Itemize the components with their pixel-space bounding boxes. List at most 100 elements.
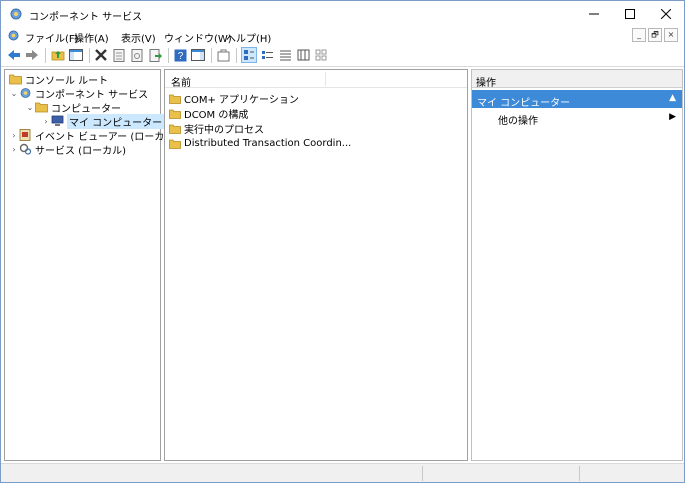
list-view-button[interactable] xyxy=(277,47,293,63)
status-divider xyxy=(579,466,580,481)
action-section-label: マイ コンピューター xyxy=(477,98,571,109)
status-divider xyxy=(422,466,423,481)
action-pane-button[interactable] xyxy=(190,47,206,63)
close-button[interactable] xyxy=(648,1,684,27)
delete-button[interactable] xyxy=(93,47,109,63)
menu-help[interactable]: ヘルプ(H) xyxy=(226,30,271,45)
export-button[interactable] xyxy=(147,47,163,63)
toolbar-separator xyxy=(211,48,212,63)
svg-text:?: ? xyxy=(177,51,183,62)
toolbar: ? xyxy=(1,45,684,67)
large-icons-icon xyxy=(244,50,254,60)
small-icons-icon xyxy=(261,51,273,59)
list-view-icon xyxy=(279,50,291,61)
component-services-icon xyxy=(10,8,22,20)
tree-item-label: サービス (ローカル) xyxy=(35,145,126,157)
close-icon xyxy=(661,9,671,19)
chevron-down-icon[interactable]: ⌄ xyxy=(9,89,19,98)
show-hide-tree-button[interactable] xyxy=(68,47,84,63)
tree-item-my-computer[interactable]: › マイ コンピューター xyxy=(41,113,165,129)
mdi-controls: _ 🗗 × xyxy=(632,28,678,44)
list-header: 名前 xyxy=(165,70,467,89)
show-hide-tree-icon xyxy=(69,49,83,61)
menu-window[interactable]: ウィンドウ(W) xyxy=(164,30,232,45)
console-tree[interactable]: コンソール ルート ⌄ コンポーネント サービス ⌄ コンピューター › マイ … xyxy=(4,69,178,461)
title-bar[interactable]: コンポーネント サービス xyxy=(1,1,684,27)
component-services-icon xyxy=(20,88,31,98)
chevron-down-icon[interactable]: ⌄ xyxy=(25,103,35,112)
new-window-button[interactable] xyxy=(215,47,231,63)
forward-icon xyxy=(26,50,38,60)
toolbar-separator xyxy=(45,48,46,63)
submenu-arrow-icon[interactable]: ▶ xyxy=(669,112,676,122)
list-item-label: Distributed Transaction Coordin... xyxy=(184,138,352,149)
list-item-label: DCOM の構成 xyxy=(184,110,249,121)
tree-item-services[interactable]: › サービス (ローカル) xyxy=(9,142,126,157)
chevron-right-icon[interactable]: › xyxy=(9,145,19,154)
tree-item-label: イベント ビューアー (ローカル) xyxy=(35,131,179,143)
column-header-name[interactable]: 名前 xyxy=(171,74,191,89)
detail-view-button[interactable] xyxy=(295,47,311,63)
maximize-icon xyxy=(625,9,635,19)
menu-view[interactable]: 表示(V) xyxy=(121,30,156,45)
component-services-icon[interactable] xyxy=(7,29,20,42)
delete-icon xyxy=(95,49,107,61)
forward-button[interactable] xyxy=(24,47,40,63)
mmc-window: コンポーネント サービス ファイル(F) 操作(A) 表示(V) ウィンドウ(W… xyxy=(0,0,685,483)
collapse-arrow-icon[interactable]: ▲ xyxy=(669,93,676,103)
tree-item-console-root[interactable]: コンソール ルート xyxy=(9,72,109,87)
large-icons-button[interactable] xyxy=(241,47,257,63)
action-pane-header: 操作 xyxy=(472,70,682,89)
list-item-label: COM+ アプリケーション xyxy=(184,95,299,106)
new-window-icon xyxy=(217,49,229,61)
services-icon xyxy=(19,143,32,155)
toolbar-separator xyxy=(236,48,237,63)
column-divider[interactable] xyxy=(325,72,326,86)
menu-action[interactable]: 操作(A) xyxy=(74,30,109,45)
action-pane-title: 操作 xyxy=(476,78,496,89)
folder-icon xyxy=(9,74,22,85)
help-icon: ? xyxy=(174,49,186,62)
refresh-button[interactable] xyxy=(129,47,145,63)
window-title: コンポーネント サービス xyxy=(29,12,143,23)
list-item-running-processes[interactable]: 実行中のプロセス xyxy=(169,121,264,136)
status-bar xyxy=(1,463,684,482)
folder-icon xyxy=(169,139,181,149)
up-folder-button[interactable] xyxy=(50,47,66,63)
tree-item-label: コンソール ルート xyxy=(25,75,109,87)
folder-icon xyxy=(169,124,181,134)
properties-button[interactable] xyxy=(111,47,127,63)
result-pane[interactable]: 名前 COM+ アプリケーション DCOM の構成 実行中のプロセス Distr… xyxy=(164,69,468,461)
menu-file[interactable]: ファイル(F) xyxy=(25,30,79,45)
back-button[interactable] xyxy=(6,47,22,63)
tile-view-button[interactable] xyxy=(313,47,329,63)
tree-item-component-services[interactable]: ⌄ コンポーネント サービス xyxy=(9,86,148,101)
chevron-right-icon[interactable]: › xyxy=(9,131,19,140)
up-folder-icon xyxy=(51,51,65,61)
action-section-my-computer[interactable]: マイ コンピューター ▲ xyxy=(472,90,682,109)
event-viewer-icon xyxy=(19,129,31,141)
menu-bar: ファイル(F) 操作(A) 表示(V) ウィンドウ(W) ヘルプ(H) _ 🗗 … xyxy=(1,27,684,45)
maximize-button[interactable] xyxy=(612,1,648,27)
tree-item-computers[interactable]: ⌄ コンピューター xyxy=(25,100,121,115)
detail-view-icon xyxy=(297,49,309,61)
action-item-more-actions[interactable]: 他の操作 xyxy=(498,112,538,127)
chevron-right-icon[interactable]: › xyxy=(41,117,51,126)
my-computer-icon xyxy=(51,115,64,126)
mdi-close-button[interactable]: × xyxy=(664,28,678,42)
tree-item-event-viewer[interactable]: › イベント ビューアー (ローカル) xyxy=(9,128,179,143)
minimize-button[interactable] xyxy=(576,1,612,27)
list-item-dtc[interactable]: Distributed Transaction Coordin... xyxy=(169,136,351,151)
tree-item-label: マイ コンピューター xyxy=(67,113,165,129)
mdi-minimize-button[interactable]: _ xyxy=(632,28,646,42)
mdi-restore-button[interactable]: 🗗 xyxy=(648,28,662,42)
small-icons-button[interactable] xyxy=(259,47,275,63)
back-icon xyxy=(8,50,20,60)
list-item-label: 実行中のプロセス xyxy=(184,125,264,136)
list-item-com-plus[interactable]: COM+ アプリケーション xyxy=(169,91,299,106)
list-item-dcom-config[interactable]: DCOM の構成 xyxy=(169,106,248,121)
action-pane-icon xyxy=(191,49,205,61)
help-button[interactable]: ? xyxy=(172,47,188,63)
tile-icon xyxy=(315,49,326,61)
refresh-icon xyxy=(131,48,143,62)
